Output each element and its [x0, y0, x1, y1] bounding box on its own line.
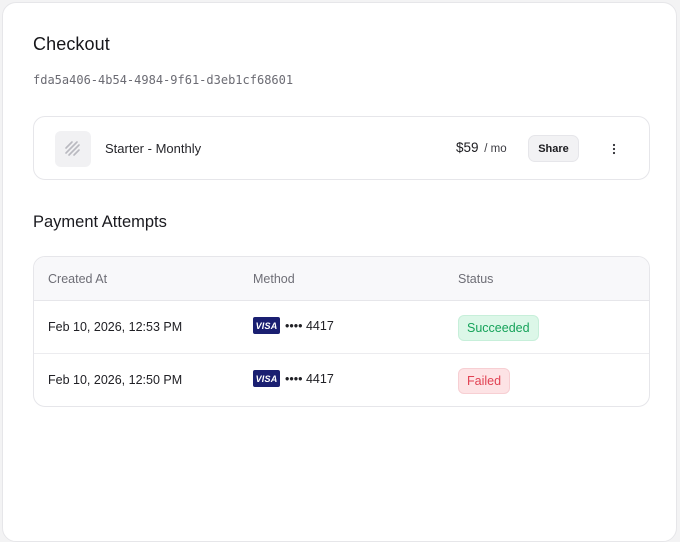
- product-price: $59 / mo: [456, 140, 507, 155]
- checkout-panel: Checkout fda5a406-4b54-4984-9f61-d3eb1cf…: [2, 2, 677, 542]
- product-name: Starter - Monthly: [105, 141, 202, 156]
- price-period: / mo: [484, 143, 507, 155]
- payment-attempts-title: Payment Attempts: [33, 213, 167, 231]
- price-amount: $59: [456, 140, 479, 155]
- payment-method-cell: VISA •••• 4417: [253, 317, 334, 334]
- share-button[interactable]: Share: [528, 135, 579, 162]
- card-number: •••• 4417: [285, 318, 334, 333]
- column-status: Status: [458, 272, 494, 286]
- visa-card-icon: VISA: [253, 370, 280, 387]
- table-header: Created At Method Status: [34, 257, 649, 301]
- table-row[interactable]: Feb 10, 2026, 12:53 PM VISA •••• 4417 Su…: [34, 301, 649, 354]
- page-title: Checkout: [33, 34, 110, 54]
- status-badge: Failed: [458, 368, 511, 394]
- checkout-id[interactable]: fda5a406-4b54-4984-9f61-d3eb1cf68601: [33, 73, 293, 87]
- table-row[interactable]: Feb 10, 2026, 12:50 PM VISA •••• 4417 Fa…: [34, 354, 649, 406]
- vertical-ellipsis-icon[interactable]: [604, 139, 624, 159]
- product-card: Starter - Monthly $59 / mo Share: [33, 116, 650, 180]
- column-created-at: Created At: [48, 272, 108, 286]
- visa-card-label: VISA: [255, 320, 278, 331]
- status-badge: Succeeded: [458, 315, 539, 341]
- created-at-cell: Feb 10, 2026, 12:50 PM: [48, 373, 183, 387]
- payment-attempts-table: Created At Method Status Feb 10, 2026, 1…: [33, 256, 650, 407]
- created-at-cell: Feb 10, 2026, 12:53 PM: [48, 320, 183, 334]
- card-number: •••• 4417: [285, 371, 334, 386]
- payment-method-cell: VISA •••• 4417: [253, 370, 334, 387]
- visa-card-icon: VISA: [253, 317, 280, 334]
- image-placeholder-icon: [55, 131, 91, 167]
- column-method: Method: [253, 272, 295, 286]
- visa-card-label: VISA: [255, 373, 278, 384]
